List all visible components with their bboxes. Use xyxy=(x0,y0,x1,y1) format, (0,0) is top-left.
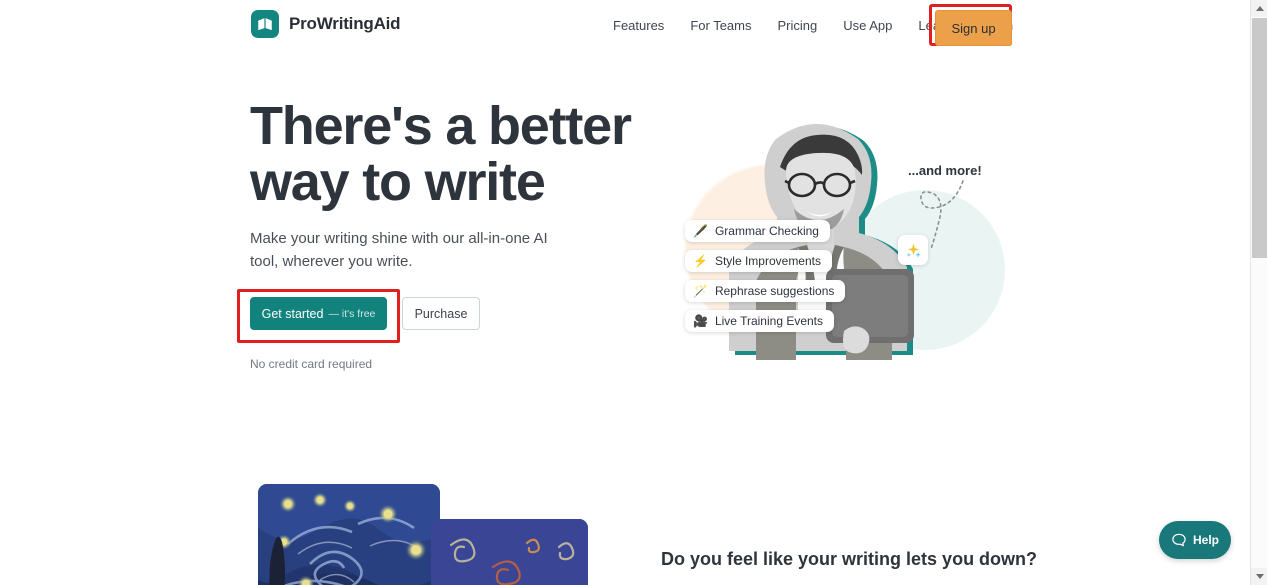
vertical-scrollbar[interactable] xyxy=(1250,0,1267,585)
feature-chip-label: Style Improvements xyxy=(714,254,821,268)
feature-chip-label: Live Training Events xyxy=(714,314,824,328)
site-header: ProWritingAid Features For Teams Pricing… xyxy=(0,0,1250,50)
hero-heading-line-2: way to write xyxy=(250,152,546,212)
scrollbar-thumb[interactable] xyxy=(1252,18,1267,258)
purchase-button[interactable]: Purchase xyxy=(402,297,480,330)
section-question: Do you feel like your writing lets you d… xyxy=(661,549,1038,569)
lightning-icon: ⚡ xyxy=(693,254,708,268)
signup-highlight-box: Sign up xyxy=(929,4,1012,46)
feature-chip: 🪄 Rephrase suggestions xyxy=(685,280,846,302)
feature-chip-label: Grammar Checking xyxy=(714,224,819,238)
no-credit-card-note: No credit card required xyxy=(250,357,373,371)
help-widget-button[interactable]: Help xyxy=(1159,521,1231,559)
feature-chip-label: Rephrase suggestions xyxy=(714,284,835,298)
hero-heading-line-1: There's a better xyxy=(250,96,632,156)
open-book-icon xyxy=(251,10,279,38)
brand-name: ProWritingAid xyxy=(289,14,401,33)
nav-item-pricing[interactable]: Pricing xyxy=(764,18,830,33)
feature-chip: 🎥 Live Training Events xyxy=(685,310,835,332)
feature-chip: 🖋️ Grammar Checking xyxy=(685,220,830,242)
magic-wand-icon: 🪄 xyxy=(693,284,708,298)
get-started-suffix: — it's free xyxy=(328,307,376,320)
brand-logo[interactable]: ProWritingAid xyxy=(251,10,401,38)
page-root: ProWritingAid Features For Teams Pricing… xyxy=(0,0,1267,585)
hero-subheading: Make your writing shine with our all-in-… xyxy=(250,230,548,270)
help-widget-label: Help xyxy=(1192,533,1219,547)
feature-chip-list: 🖋️ Grammar Checking ⚡ Style Improvements… xyxy=(685,220,846,340)
scroll-up-arrow-icon[interactable] xyxy=(1251,0,1267,17)
film-camera-icon: 🎥 xyxy=(693,314,708,328)
feature-chip: ⚡ Style Improvements xyxy=(685,250,832,272)
get-started-button[interactable]: Get started — it's free xyxy=(250,297,387,330)
scroll-down-arrow-icon[interactable] xyxy=(1251,568,1267,585)
hero-illustration: ...and more! 🖋️ Grammar Checking ⚡ Style… xyxy=(660,95,1020,375)
signup-button[interactable]: Sign up xyxy=(935,10,1012,46)
nav-item-for-teams[interactable]: For Teams xyxy=(677,18,764,33)
blue-doodle-card xyxy=(431,519,588,585)
page-title: There's a better way to write xyxy=(250,98,670,210)
nav-item-use-app[interactable]: Use App xyxy=(830,18,905,33)
starry-night-card xyxy=(258,484,440,585)
sparkles-icon xyxy=(898,235,928,265)
nav-item-features[interactable]: Features xyxy=(600,18,677,33)
get-started-label: Get started xyxy=(261,306,324,321)
and-more-callout: ...and more! xyxy=(908,163,982,178)
chat-bubble-icon xyxy=(1172,533,1186,547)
pen-icon: 🖋️ xyxy=(693,224,708,238)
